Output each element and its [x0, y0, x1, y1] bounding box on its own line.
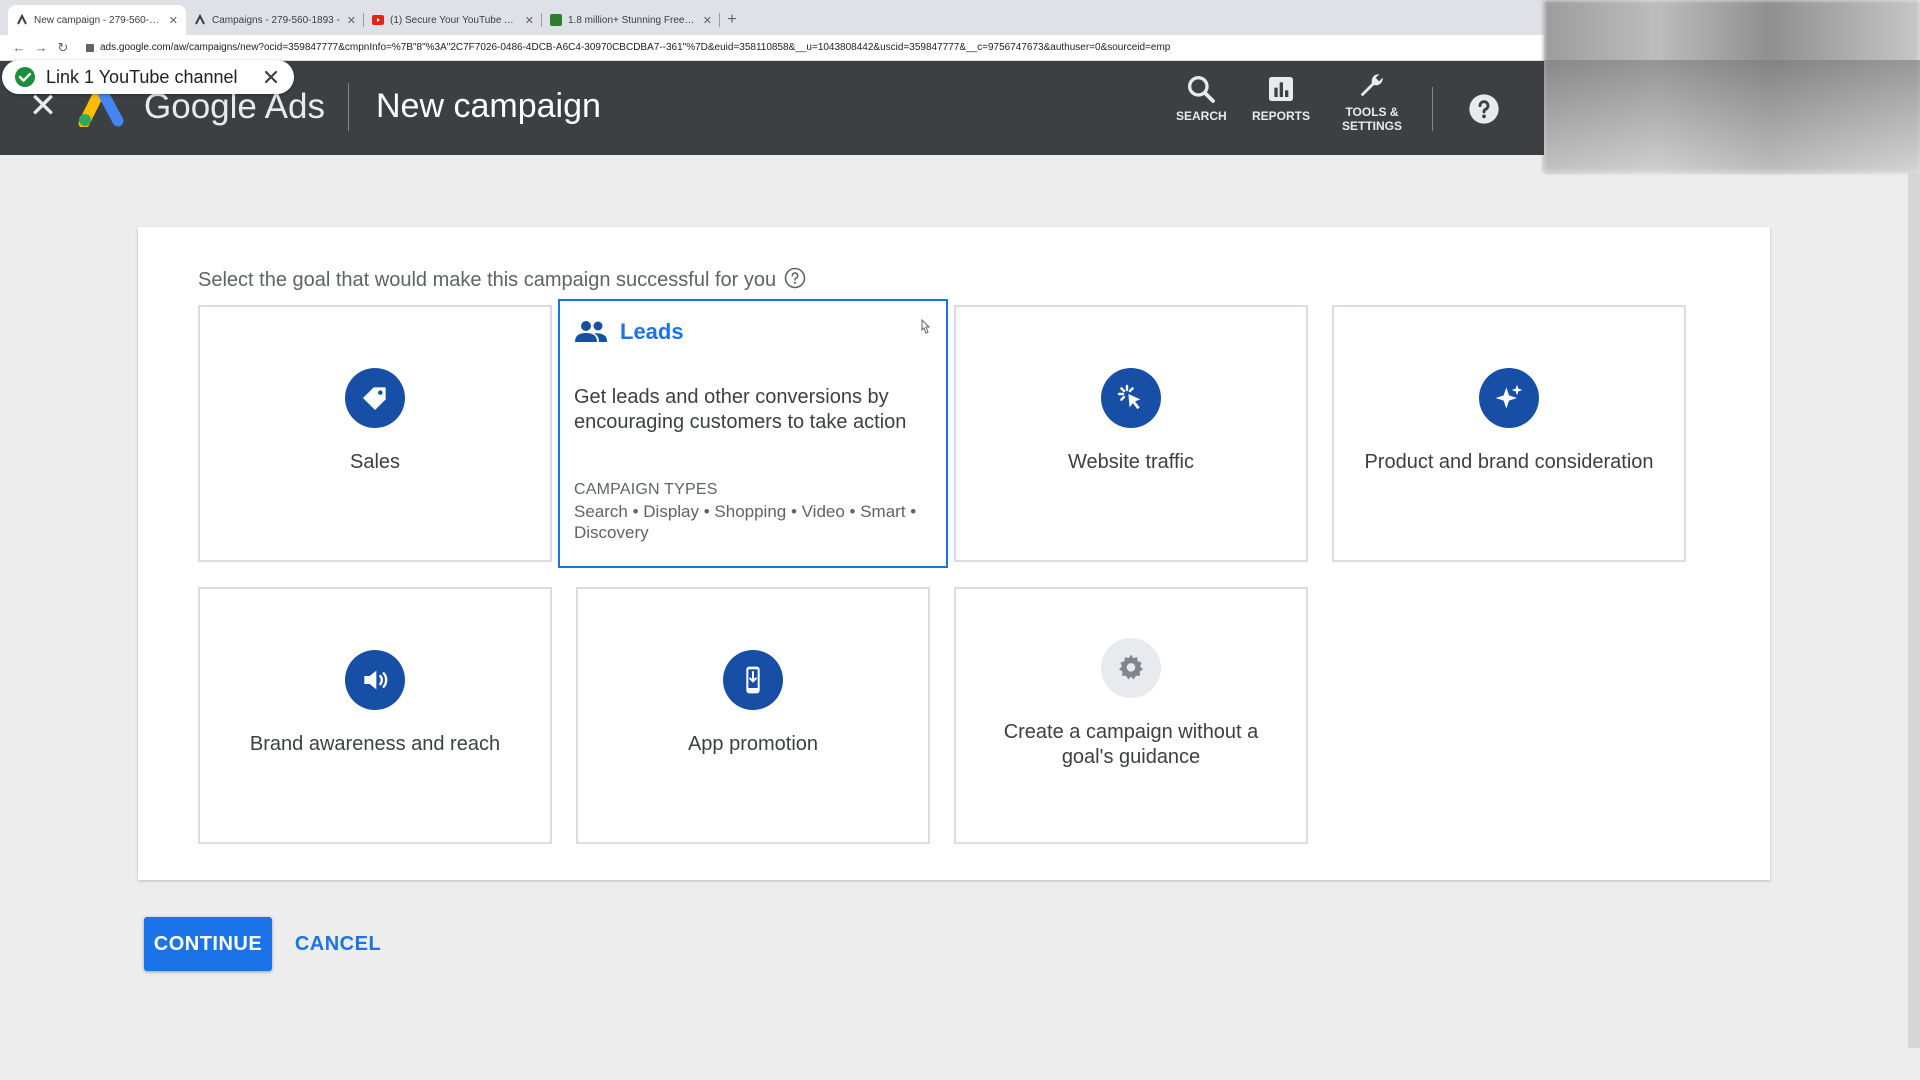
- browser-tab[interactable]: New campaign - 279-560-189 ✕: [8, 5, 186, 35]
- search-icon: [1188, 76, 1216, 103]
- url-input[interactable]: ads.google.com/aw/campaigns/new?ocid=359…: [100, 42, 1520, 53]
- leads-description-line-1: Get leads and other conversions by: [574, 386, 889, 408]
- reports-button[interactable]: REPORTS: [1252, 73, 1310, 123]
- goal-selection-panel: Select the goal that would make this cam…: [138, 227, 1770, 880]
- goal-card-brand-awareness[interactable]: Brand awareness and reach: [198, 587, 552, 844]
- address-bar: ← → ↻ ads.google.com/aw/campaigns/new?oc…: [0, 35, 1544, 61]
- search-button[interactable]: SEARCH: [1176, 73, 1227, 123]
- campaign-types-list: Search • Display • Shopping • Video • Sm…: [574, 501, 916, 543]
- search-label: SEARCH: [1176, 109, 1227, 123]
- goal-icon-circle: [723, 650, 783, 710]
- back-arrow-icon[interactable]: ←: [8, 40, 30, 55]
- blurred-background: [1544, 60, 1920, 172]
- wrench-icon: [1360, 74, 1383, 97]
- tab-title: (1) Secure Your YouTube Acco: [390, 14, 519, 26]
- tab-close-icon[interactable]: ✕: [525, 14, 534, 27]
- no-goal-label-line-2: goal's guidance: [1061, 745, 1201, 768]
- no-goal-label-line-1: Create a campaign without a: [1003, 720, 1259, 743]
- goal-card-leads[interactable]: Leads Get leads and other conversions by…: [558, 299, 948, 568]
- toast-text: Link 1 YouTube channel: [46, 66, 238, 87]
- help-outline-icon[interactable]: [784, 267, 806, 289]
- goal-card-app-promotion[interactable]: App promotion: [576, 587, 930, 844]
- browser-tab[interactable]: (1) Secure Your YouTube Acco ✕: [364, 5, 542, 35]
- tab-close-icon[interactable]: ✕: [703, 14, 712, 27]
- tag-icon: [363, 387, 386, 410]
- goal-icon-circle: [1101, 637, 1161, 698]
- tab-close-icon[interactable]: ✕: [347, 14, 356, 27]
- campaign-types-line-1: Search • Display • Shopping • Video • Sm…: [574, 502, 917, 521]
- goal-icon-circle: [1101, 368, 1161, 428]
- divider: [348, 83, 349, 131]
- leads-description-line-2: encouraging customers to take action: [574, 411, 907, 433]
- tools-label-line-2: SETTINGS: [1342, 119, 1403, 133]
- forward-arrow-icon[interactable]: →: [30, 40, 52, 55]
- goal-prompt-text: Select the goal that would make this cam…: [198, 269, 777, 291]
- new-tab-button[interactable]: +: [720, 5, 744, 35]
- google-ads-favicon-icon: [194, 14, 206, 26]
- tools-settings-button[interactable]: TOOLS & SETTINGS: [1342, 69, 1402, 133]
- goal-label: App promotion: [687, 733, 819, 755]
- tab-title: 1.8 million+ Stunning Free Ima: [568, 14, 697, 26]
- google-ads-favicon-icon: [16, 14, 28, 26]
- link-channel-toast: Link 1 YouTube channel: [2, 60, 294, 94]
- goal-icon-circle: [345, 368, 405, 428]
- toast-close-icon[interactable]: [262, 68, 280, 86]
- people-icon: [575, 321, 607, 342]
- page-title: New campaign: [376, 87, 601, 125]
- lock-icon: [86, 43, 94, 52]
- tab-title: New campaign - 279-560-189: [34, 14, 163, 26]
- megaphone-icon: [364, 670, 388, 690]
- youtube-favicon-icon: [372, 14, 384, 26]
- sparkle-icon: [1495, 384, 1523, 409]
- help-icon[interactable]: [1468, 93, 1500, 125]
- cursor-click-icon: [1117, 384, 1141, 410]
- goal-label: Product and brand consideration: [1364, 451, 1654, 473]
- tab-title: Campaigns - 279-560-1893 -: [212, 14, 340, 26]
- goal-label: Brand awareness and reach: [249, 733, 501, 755]
- image-site-favicon-icon: [550, 14, 562, 26]
- continue-button[interactable]: CONTINUE: [144, 917, 272, 971]
- goal-card-no-goal[interactable]: Create a campaign without a goal's guida…: [954, 587, 1308, 844]
- scrollbar[interactable]: [1908, 172, 1920, 1048]
- goal-label: Sales: [349, 451, 401, 473]
- browser-tab[interactable]: Campaigns - 279-560-1893 - ✕: [186, 5, 364, 35]
- browser-tab-bar: New campaign - 279-560-189 ✕ Campaigns -…: [0, 0, 1544, 35]
- tools-label: TOOLS & SETTINGS: [1342, 105, 1402, 133]
- tools-label-line-1: TOOLS &: [1345, 105, 1399, 119]
- goal-label: Website traffic: [1068, 451, 1194, 473]
- goal-card-sales[interactable]: Sales: [198, 305, 552, 562]
- divider: [1432, 87, 1433, 131]
- phone-download-icon: [746, 666, 760, 694]
- reload-icon[interactable]: ↻: [52, 40, 74, 56]
- mouse-pointer-icon: [921, 319, 931, 334]
- campaign-types-line-2: Discovery: [574, 523, 649, 542]
- gear-icon: [1119, 654, 1143, 679]
- goal-icon-circle: [345, 650, 405, 710]
- browser-tab[interactable]: 1.8 million+ Stunning Free Ima ✕: [542, 5, 720, 35]
- reports-chart-icon: [1269, 77, 1293, 101]
- goal-card-product-brand-consideration[interactable]: Product and brand consideration: [1332, 305, 1686, 562]
- cancel-button[interactable]: CANCEL: [290, 917, 386, 971]
- tab-close-icon[interactable]: ✕: [169, 14, 178, 27]
- goal-card-website-traffic[interactable]: Website traffic: [954, 305, 1308, 562]
- campaign-types-heading: CAMPAIGN TYPES: [574, 481, 718, 498]
- goal-icon-circle: [1479, 368, 1539, 428]
- reports-label: REPORTS: [1252, 109, 1311, 123]
- goal-label: Create a campaign without a goal's guida…: [984, 720, 1279, 770]
- check-circle-icon: [15, 67, 35, 87]
- leads-header: Leads: [574, 319, 684, 345]
- close-icon[interactable]: ✕: [28, 89, 58, 123]
- leads-title: Leads: [620, 319, 684, 344]
- goal-prompt: Select the goal that would make this cam…: [198, 267, 806, 292]
- leads-description: Get leads and other conversions by encou…: [574, 385, 906, 435]
